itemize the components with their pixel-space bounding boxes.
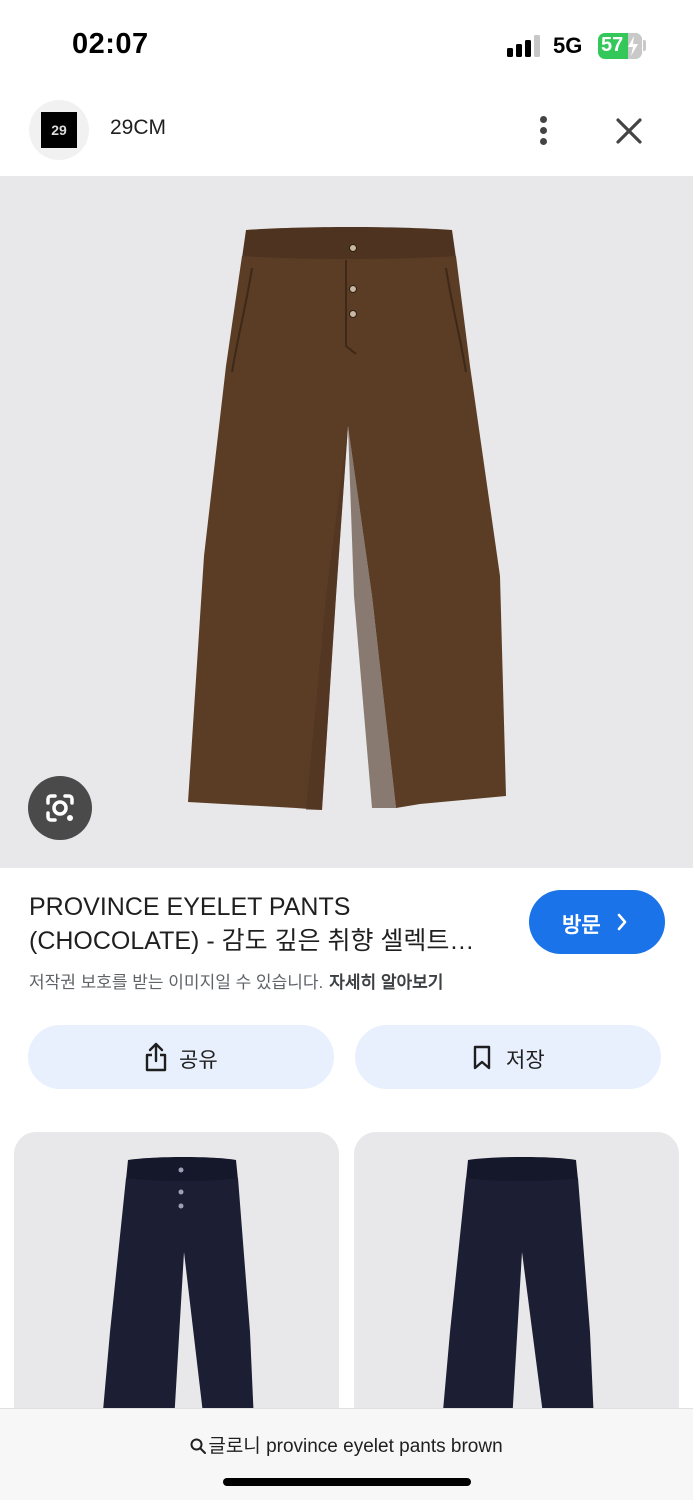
search-query[interactable]: 글로니 province eyelet pants brown bbox=[0, 1431, 693, 1458]
save-button[interactable]: 저장 bbox=[355, 1025, 661, 1089]
site-favicon[interactable]: 29 bbox=[29, 100, 89, 160]
close-button[interactable] bbox=[610, 112, 648, 150]
source-header: 29 29CM bbox=[0, 92, 693, 176]
home-indicator[interactable] bbox=[223, 1478, 471, 1486]
share-button[interactable]: 공유 bbox=[28, 1025, 334, 1089]
cellular-signal-icon bbox=[507, 35, 543, 57]
visit-button[interactable]: 방문 bbox=[529, 890, 665, 954]
network-type: 5G bbox=[553, 33, 583, 58]
favicon-29cm-logo: 29 bbox=[41, 112, 77, 148]
status-time: 02:07 bbox=[72, 28, 149, 60]
google-lens-button[interactable] bbox=[28, 776, 92, 840]
battery-tip bbox=[643, 40, 646, 51]
visit-label: 방문 bbox=[562, 914, 601, 937]
chevron-right-icon bbox=[617, 913, 627, 931]
result-title-line2: (CHOCOLATE) - 감도 깊은 취향 셀렉트… bbox=[29, 927, 475, 955]
bottom-search-bar[interactable]: 글로니 province eyelet pants brown bbox=[0, 1408, 693, 1500]
site-name[interactable]: 29CM bbox=[110, 116, 166, 140]
share-icon bbox=[145, 1042, 167, 1072]
google-lens-icon bbox=[46, 794, 74, 822]
result-title-line1: PROVINCE EYELET PANTS bbox=[29, 893, 351, 921]
related-image-card[interactable] bbox=[14, 1132, 339, 1422]
share-label: 공유 bbox=[179, 1049, 218, 1072]
save-label: 저장 bbox=[506, 1049, 545, 1072]
bookmark-icon bbox=[473, 1045, 491, 1070]
brown-pants-image bbox=[188, 227, 506, 810]
battery-level: 57 bbox=[601, 34, 624, 56]
charging-bolt-icon bbox=[628, 36, 638, 56]
product-image[interactable] bbox=[0, 176, 693, 868]
navy-pants-image bbox=[102, 1157, 254, 1422]
search-icon bbox=[190, 1438, 207, 1454]
related-image-card[interactable] bbox=[354, 1132, 679, 1422]
navy-pants-image bbox=[442, 1157, 594, 1422]
copyright-text: 저작권 보호를 받는 이미지일 수 있습니다. bbox=[29, 973, 324, 992]
search-query-text: 글로니 province eyelet pants brown bbox=[208, 1436, 503, 1457]
result-title[interactable]: PROVINCE EYELET PANTS (CHOCOLATE) - 감도 깊… bbox=[29, 890, 499, 958]
battery-icon: 57 bbox=[598, 33, 642, 59]
learn-more-link[interactable]: 자세히 알아보기 bbox=[329, 973, 443, 992]
status-bar: 02:07 5G 57 bbox=[0, 0, 693, 92]
close-icon bbox=[616, 118, 642, 144]
more-options-button[interactable] bbox=[528, 110, 560, 150]
copyright-notice: 저작권 보호를 받는 이미지일 수 있습니다. 자세히 알아보기 bbox=[29, 968, 443, 993]
